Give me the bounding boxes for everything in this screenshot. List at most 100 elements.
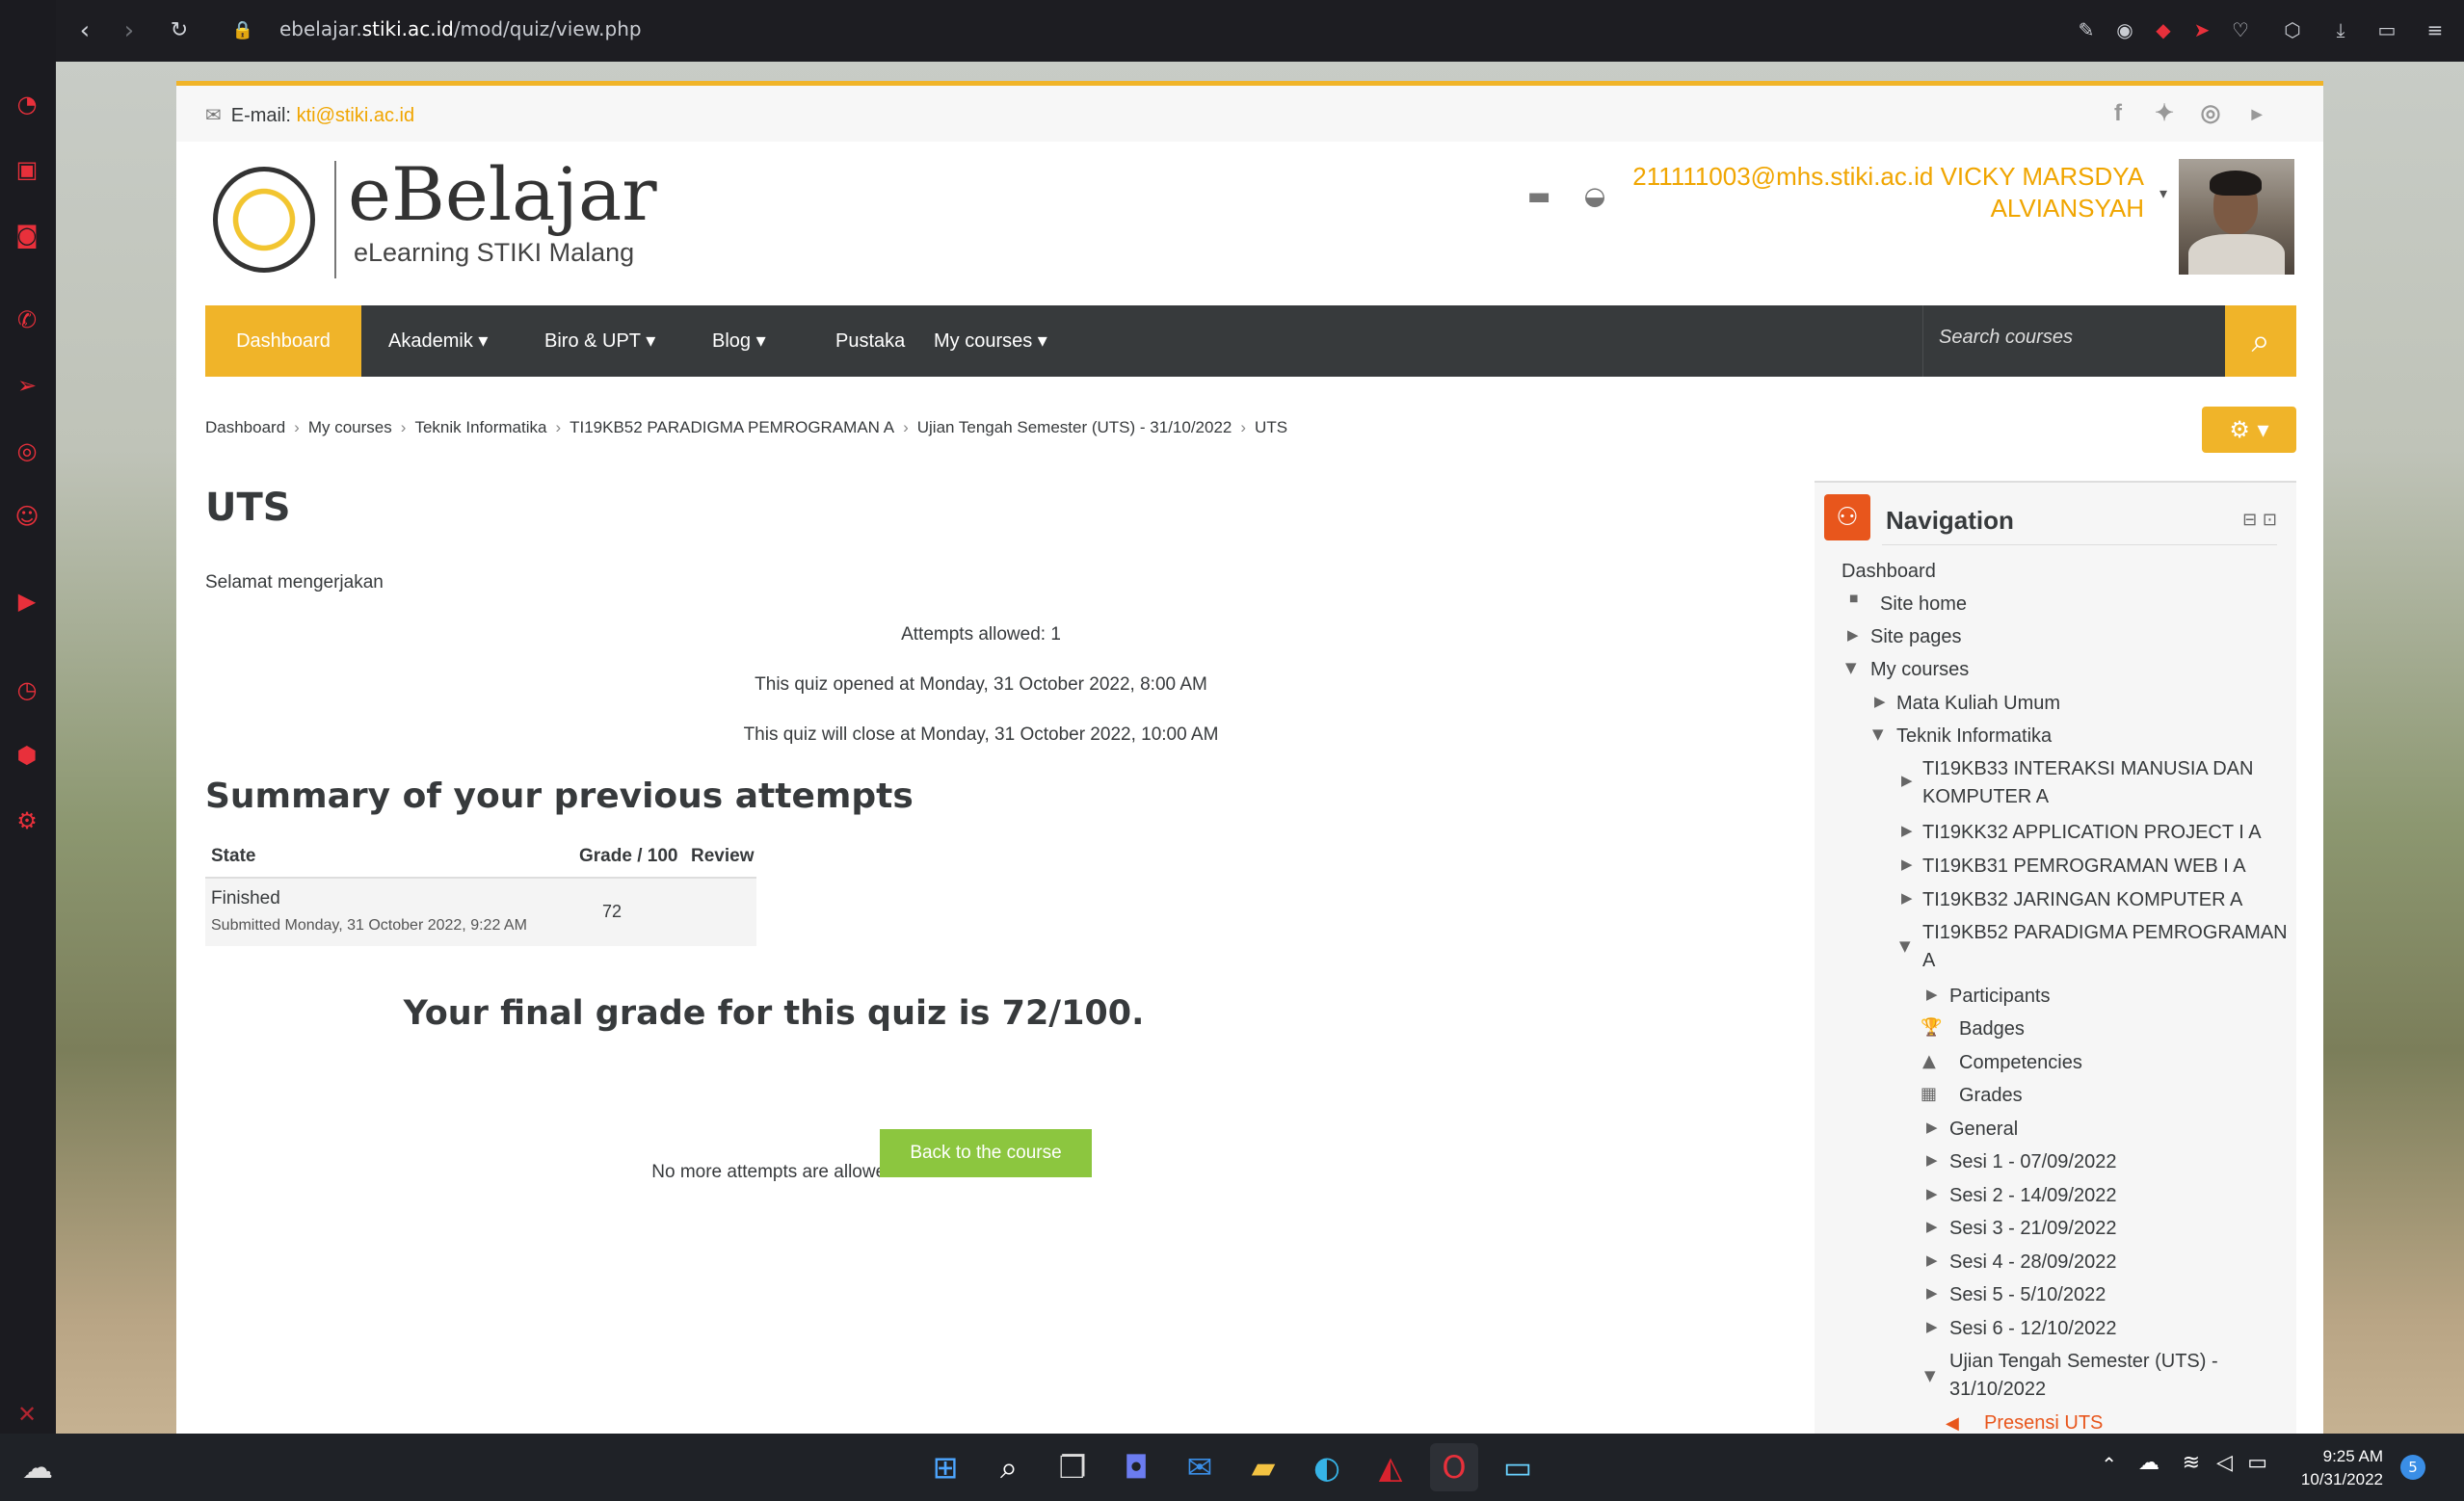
instagram-icon[interactable]: ◎ [2196, 99, 2225, 128]
caret-right-icon[interactable]: ▶ [1926, 1185, 1938, 1202]
player-icon[interactable]: ▶ [12, 586, 42, 617]
caret-right-icon[interactable]: ▶ [1874, 693, 1886, 710]
caret-right-icon[interactable]: ▶ [1901, 889, 1913, 907]
edit-icon[interactable]: ✎ [2074, 17, 2099, 42]
discord-icon[interactable]: ☺ [12, 501, 42, 532]
nav-participants[interactable]: Participants [1949, 983, 2051, 1011]
battery-icon[interactable]: ▭ [2247, 1451, 2267, 1475]
nav-course-imk-line1[interactable]: TI19KB33 INTERAKSI MANUSIA DAN [1922, 755, 2253, 783]
file-explorer-icon[interactable]: ▰ [1239, 1443, 1287, 1491]
settings-icon[interactable]: ⚙ [12, 805, 42, 836]
nav-course-imk-line2[interactable]: KOMPUTER A [1922, 783, 2049, 811]
facebook-icon[interactable]: f [2104, 99, 2133, 128]
whatsapp-icon[interactable]: ✆ [12, 304, 42, 335]
forward-icon[interactable]: › [114, 15, 145, 46]
briefcase-icon[interactable]: ▣ [12, 154, 42, 185]
battery-icon[interactable]: ▭ [2374, 17, 2399, 42]
nav-sesi-4[interactable]: Sesi 4 - 28/09/2022 [1949, 1249, 2116, 1277]
caret-right-icon[interactable]: ▶ [1926, 1151, 1938, 1169]
address-bar[interactable]: ebelajar.stiki.ac.id/mod/quiz/view.php [279, 17, 642, 40]
notification-badge[interactable]: 5 [2400, 1455, 2425, 1480]
caret-right-icon[interactable]: ▶ [1926, 1218, 1938, 1235]
chat-icon[interactable]: ◘ [1112, 1443, 1160, 1491]
nav-my-courses[interactable]: My courses ▾ [907, 305, 1074, 377]
nav-blog[interactable]: Blog ▾ [685, 305, 793, 377]
nav-badges[interactable]: Badges [1959, 1015, 2025, 1043]
volume-icon[interactable]: ◁ [2216, 1451, 2233, 1475]
caret-down-icon[interactable]: ▼ [1924, 1367, 1936, 1384]
twitch-icon[interactable]: ◙ [12, 220, 42, 250]
settings-gear-icon[interactable]: ⚙ ▾ [2202, 407, 2296, 453]
caret-right-icon[interactable]: ▶ [1926, 986, 1938, 1003]
email-link[interactable]: kti@stiki.ac.id [297, 105, 415, 126]
caret-right-icon[interactable]: ▶ [1926, 1284, 1938, 1302]
mail-icon[interactable]: ✉ [1176, 1443, 1224, 1491]
heart-icon[interactable]: ♡ [2228, 17, 2253, 42]
weather-icon[interactable]: ☁ [13, 1443, 62, 1491]
opera-icon[interactable]: O [1430, 1443, 1478, 1491]
breadcrumb-current[interactable]: UTS [1255, 418, 1287, 436]
back-icon[interactable]: ‹ [69, 15, 100, 46]
nav-uts-line1[interactable]: Ujian Tengah Semester (UTS) - [1949, 1348, 2218, 1376]
nav-sesi-5[interactable]: Sesi 5 - 5/10/2022 [1949, 1281, 2106, 1309]
pin-icon[interactable]: ✕ [12, 1399, 42, 1430]
nav-uts-line2[interactable]: 31/10/2022 [1949, 1376, 2046, 1404]
nav-grades[interactable]: Grades [1959, 1082, 2023, 1110]
caret-down-icon[interactable]: ▼ [1899, 937, 1911, 955]
nav-general[interactable]: General [1949, 1116, 2018, 1144]
windows-start-icon[interactable]: ⊞ [921, 1443, 969, 1491]
nav-presensi-uts[interactable]: Presensi UTS [1984, 1409, 2103, 1434]
nav-sesi-2[interactable]: Sesi 2 - 14/09/2022 [1949, 1182, 2116, 1210]
block-controls-icon[interactable]: ⊟ ⊡ [2242, 510, 2277, 530]
breadcrumb-my-courses[interactable]: My courses [308, 418, 392, 436]
chevron-up-icon[interactable]: ⌃ [2101, 1453, 2117, 1476]
nav-dashboard[interactable]: Dashboard [205, 305, 361, 377]
twitter-icon[interactable]: ✦ [2150, 99, 2179, 128]
nav-mku[interactable]: Mata Kuliah Umum [1896, 690, 2060, 718]
breadcrumb-section[interactable]: Ujian Tengah Semester (UTS) - 31/10/2022 [917, 418, 1232, 436]
nav-course-app-project[interactable]: TI19KK32 APPLICATION PROJECT I A [1922, 819, 2262, 847]
nav-sesi-6[interactable]: Sesi 6 - 12/10/2022 [1949, 1315, 2116, 1343]
nav-course-paradigma-line1[interactable]: TI19KB52 PARADIGMA PEMROGRAMAN [1922, 919, 2288, 947]
nav-site-pages[interactable]: Site pages [1870, 623, 1962, 651]
stiki-seal-logo[interactable] [213, 167, 315, 273]
shield-icon[interactable]: ◆ [2151, 17, 2176, 42]
menu-icon[interactable]: ≡ [2423, 17, 2448, 42]
nav-competencies[interactable]: Competencies [1959, 1049, 2082, 1077]
clock[interactable]: 9:25 AM 10/31/2022 [2301, 1445, 2383, 1491]
nav-biro-upt[interactable]: Biro & UPT ▾ [517, 305, 682, 377]
breadcrumb-course[interactable]: TI19KB52 PARADIGMA PEMROGRAMAN A [570, 418, 894, 436]
mcafee-icon[interactable]: ◭ [1366, 1443, 1415, 1491]
nav-teknik-informatika[interactable]: Teknik Informatika [1896, 723, 2052, 750]
back-to-course-button[interactable]: Back to the course [880, 1129, 1092, 1177]
search-icon[interactable]: ⌕ [2225, 305, 2296, 377]
breadcrumb-teknik-informatika[interactable]: Teknik Informatika [414, 418, 546, 436]
search-input[interactable] [1939, 327, 2209, 349]
telegram-icon[interactable]: ➢ [12, 370, 42, 401]
wifi-icon[interactable]: ≋ [2183, 1451, 2200, 1475]
nav-sesi-3[interactable]: Sesi 3 - 21/09/2022 [1949, 1215, 2116, 1243]
caret-down-icon[interactable]: ▼ [1845, 659, 1857, 676]
nav-my-courses[interactable]: My courses [1870, 656, 1969, 684]
cube-icon[interactable]: ⬡ [2280, 17, 2305, 42]
user-menu-name[interactable]: 211111003@mhs.stiki.ac.id VICKY MARSDYA … [1547, 161, 2144, 224]
caret-right-icon[interactable]: ▶ [1901, 822, 1913, 839]
caret-right-icon[interactable]: ▶ [1926, 1251, 1938, 1269]
edge-icon[interactable]: ◐ [1303, 1443, 1351, 1491]
onedrive-icon[interactable]: ☁ [2138, 1451, 2159, 1475]
caret-right-icon[interactable]: ▶ [1901, 856, 1913, 873]
nav-course-paradigma-line2[interactable]: A [1922, 947, 1935, 975]
send-icon[interactable]: ➤ [2189, 17, 2214, 42]
nav-akademik[interactable]: Akademik ▾ [361, 305, 515, 377]
caret-right-icon[interactable]: ▶ [1926, 1318, 1938, 1335]
nav-sesi-1[interactable]: Sesi 1 - 07/09/2022 [1949, 1148, 2116, 1176]
nav-dashboard-link[interactable]: Dashboard [1841, 558, 1936, 586]
extensions-icon[interactable]: ⬢ [12, 740, 42, 771]
nav-course-web[interactable]: TI19KB31 PEMROGRAMAN WEB I A [1922, 853, 2246, 881]
task-view-icon[interactable]: ❐ [1048, 1443, 1097, 1491]
terminal-icon[interactable]: ▭ [1494, 1443, 1542, 1491]
nav-site-home[interactable]: Site home [1880, 591, 1967, 619]
speed-dial-icon[interactable]: ◔ [12, 89, 42, 119]
caret-right-icon[interactable]: ▶ [1926, 1119, 1938, 1136]
history-icon[interactable]: ◷ [12, 674, 42, 705]
